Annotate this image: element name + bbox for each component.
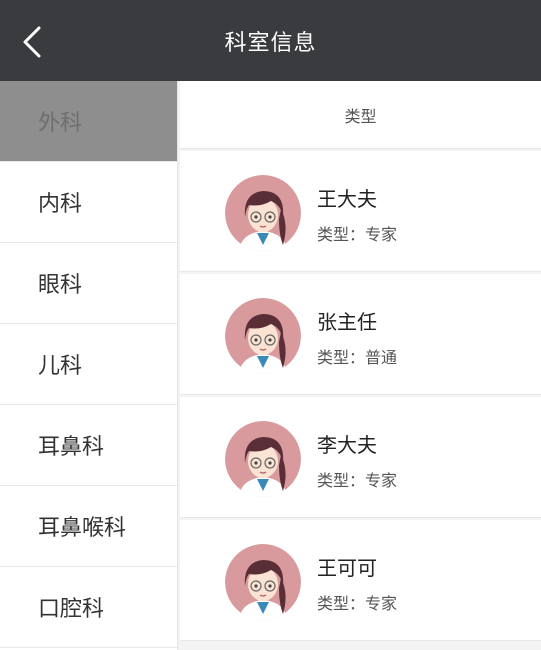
- doctor-type: 类型：专家: [317, 467, 397, 491]
- doctor-avatar: [225, 175, 301, 251]
- type-value: 普通: [365, 348, 398, 367]
- doctor-card[interactable]: 王大夫 类型：专家: [180, 151, 541, 272]
- type-prefix: 类型：: [317, 225, 366, 244]
- doctor-name: 李大夫: [317, 433, 377, 457]
- dept-item-dental[interactable]: 口腔科: [0, 567, 177, 648]
- doctor-avatar: [225, 298, 301, 374]
- doctor-name: 王大夫: [317, 187, 377, 211]
- doctor-type: 类型：普通: [317, 344, 397, 368]
- dept-label: 耳鼻喉科: [38, 516, 127, 541]
- top-bar: 科室信息: [0, 0, 541, 81]
- type-prefix: 类型：: [317, 471, 366, 490]
- dept-item-ent-nose[interactable]: 耳鼻科: [0, 405, 177, 486]
- type-prefix: 类型：: [317, 594, 366, 613]
- dept-label: 眼科: [38, 273, 83, 298]
- doctor-type: 类型：专家: [317, 590, 397, 614]
- doctor-name: 张主任: [317, 310, 377, 334]
- dept-item-ophthalmology[interactable]: 眼科: [0, 243, 177, 324]
- doctor-card[interactable]: 张主任 类型：普通: [180, 274, 541, 395]
- dept-item-surgery[interactable]: 外科: [0, 81, 177, 162]
- doctor-card[interactable]: 王可可 类型：专家: [180, 520, 541, 641]
- type-value: 专家: [365, 594, 398, 613]
- type-prefix: 类型：: [317, 348, 366, 367]
- app-root: 科室信息 外科 内科 眼科 儿科 耳鼻科 耳鼻喉科 口腔科 类型 王大夫 类型：…: [0, 0, 541, 650]
- type-value: 专家: [365, 225, 398, 244]
- dept-item-pediatrics[interactable]: 儿科: [0, 324, 177, 405]
- dept-label: 内科: [38, 192, 83, 217]
- department-sidebar: 外科 内科 眼科 儿科 耳鼻科 耳鼻喉科 口腔科: [0, 81, 178, 650]
- dept-item-internal[interactable]: 内科: [0, 162, 177, 243]
- dept-label: 口腔科: [38, 597, 105, 622]
- doctor-name: 王可可: [317, 556, 377, 580]
- doctor-avatar: [225, 544, 301, 620]
- doctor-avatar: [225, 421, 301, 497]
- type-header: 类型: [180, 81, 541, 149]
- doctor-card[interactable]: 李大夫 类型：专家: [180, 397, 541, 518]
- dept-label: 儿科: [38, 354, 83, 379]
- type-value: 专家: [365, 471, 398, 490]
- dept-item-ent[interactable]: 耳鼻喉科: [0, 486, 177, 567]
- doctor-list-panel: 类型 王大夫 类型：专家 张主任 类型：普通 李大夫 类型：专家 王可可 类型：…: [180, 81, 541, 650]
- page-title: 科室信息: [224, 30, 317, 56]
- doctor-type: 类型：专家: [317, 221, 397, 245]
- dept-label: 外科: [38, 111, 83, 136]
- dept-label: 耳鼻科: [38, 435, 105, 460]
